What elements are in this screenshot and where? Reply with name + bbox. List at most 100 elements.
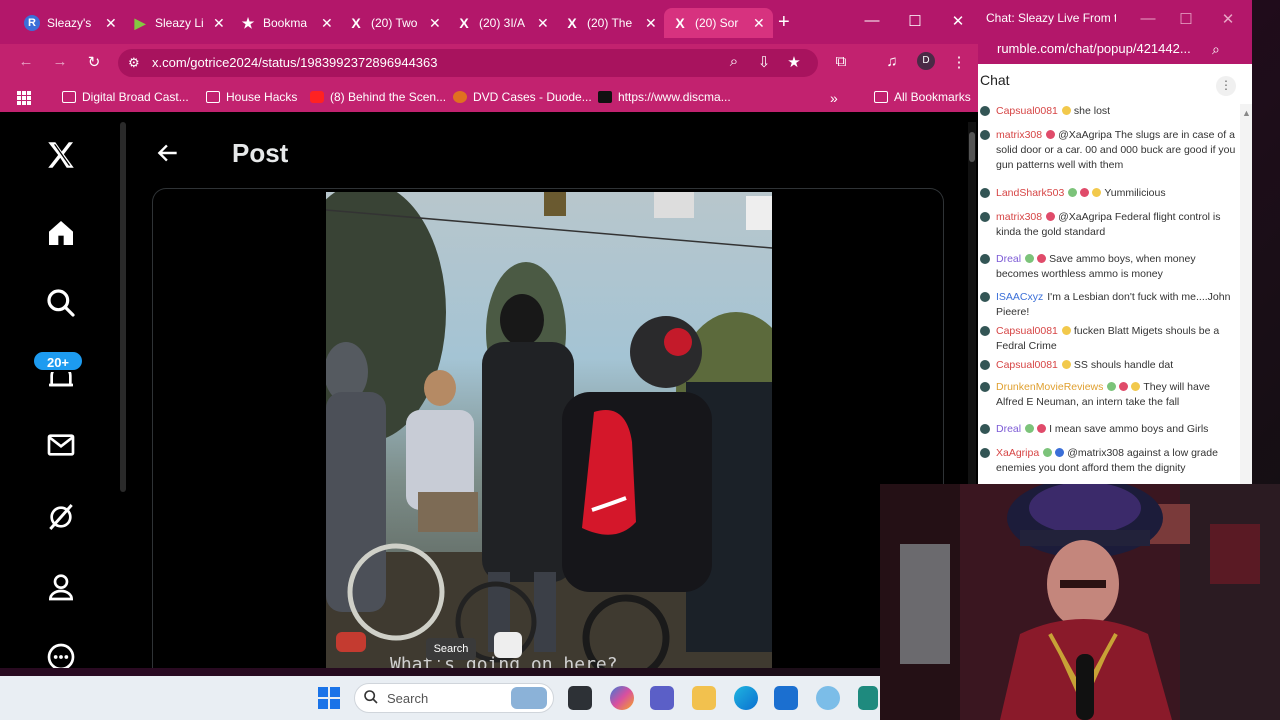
close-icon[interactable]: ✕: [645, 16, 657, 30]
chat-message: LandShark503 Yummilicious: [980, 186, 1236, 201]
close-icon[interactable]: ✕: [321, 16, 333, 30]
more-bookmarks-chevron-icon[interactable]: »: [830, 90, 838, 106]
user-avatar[interactable]: [980, 424, 990, 434]
chat-message-body: LandShark503 Yummilicious: [980, 186, 1236, 201]
chat-scrollbar[interactable]: ▲: [1240, 104, 1252, 484]
chat-username[interactable]: LandShark503: [996, 187, 1064, 199]
zoom-icon[interactable]: ⌕: [724, 53, 744, 70]
chat-username[interactable]: Dreal: [996, 423, 1021, 435]
apps-grid-icon[interactable]: [16, 90, 32, 106]
edge-browser-icon[interactable]: [734, 686, 758, 710]
minimize-button[interactable]: —: [1138, 10, 1158, 27]
chat-username[interactable]: Capsual0081: [996, 359, 1058, 371]
teams-icon[interactable]: [650, 686, 674, 710]
close-icon[interactable]: ✕: [753, 16, 765, 30]
x-logo-icon[interactable]: [40, 134, 82, 176]
user-badge-icon: [1131, 382, 1141, 391]
chat-message-text: Yummilicious: [1104, 187, 1166, 199]
tab-x-sor-active[interactable]: X (20) Sor ✕: [664, 8, 773, 38]
site-info-icon[interactable]: ⚙: [128, 55, 140, 71]
tab-bookmarks[interactable]: ★ Bookma ✕: [232, 8, 341, 38]
close-window-button[interactable]: ✕: [948, 12, 968, 30]
chat-menu-icon[interactable]: ⋮: [1216, 76, 1236, 96]
page-scrollbar-thumb[interactable]: [969, 132, 975, 162]
microsoft-store-icon[interactable]: [774, 686, 798, 710]
more-options-icon[interactable]: [40, 636, 82, 668]
close-window-button[interactable]: ✕: [1218, 10, 1238, 28]
user-avatar[interactable]: [980, 382, 990, 392]
bookmark-digital-broadcast[interactable]: Digital Broad Cast...: [62, 90, 189, 104]
back-icon[interactable]: ←: [16, 53, 36, 70]
close-icon[interactable]: ✕: [213, 16, 225, 30]
chat-message-list[interactable]: Capsual0081 she lost matrix308 @XaAgripa Th…: [978, 104, 1240, 484]
user-avatar[interactable]: [980, 326, 990, 336]
explore-search-icon[interactable]: [40, 282, 82, 324]
all-bookmarks-folder[interactable]: All Bookmarks: [874, 90, 971, 104]
sidebar-scrollbar[interactable]: [120, 122, 126, 492]
grok-icon[interactable]: [40, 496, 82, 538]
copilot-icon[interactable]: [610, 686, 634, 710]
maximize-button[interactable]: ☐: [1176, 10, 1196, 28]
tab-x-the[interactable]: X (20) The ✕: [556, 8, 665, 38]
messages-mail-icon[interactable]: [40, 424, 82, 466]
chat-username[interactable]: Capsual0081: [996, 105, 1058, 117]
app-icon[interactable]: [816, 686, 840, 710]
tab-x-two[interactable]: X (20) Two ✕: [340, 8, 449, 38]
tab-title: Sleazy's: [47, 16, 92, 30]
user-avatar[interactable]: [980, 254, 990, 264]
windows-start-icon[interactable]: [318, 687, 340, 709]
user-avatar[interactable]: [980, 360, 990, 370]
user-avatar[interactable]: [980, 106, 990, 116]
user-avatar[interactable]: [980, 212, 990, 222]
menu-kebab-icon[interactable]: ⋮: [949, 53, 969, 71]
close-icon[interactable]: ✕: [429, 16, 441, 30]
close-icon[interactable]: ✕: [105, 16, 117, 30]
new-tab-button[interactable]: +: [778, 12, 790, 32]
profile-avatar[interactable]: D: [917, 52, 935, 70]
chat-username[interactable]: matrix308: [996, 129, 1042, 141]
chat-username[interactable]: XaAgripa: [996, 447, 1039, 459]
home-icon[interactable]: [40, 212, 82, 254]
chat-username[interactable]: Dreal: [996, 253, 1021, 265]
chat-username[interactable]: Capsual0081: [996, 325, 1058, 337]
profile-person-icon[interactable]: [40, 566, 82, 608]
chat-username[interactable]: DrunkenMovieReviews: [996, 381, 1103, 393]
close-icon[interactable]: ✕: [537, 16, 549, 30]
back-arrow-icon[interactable]: [155, 140, 181, 173]
search-placeholder: Search: [387, 691, 429, 706]
file-explorer-icon[interactable]: [692, 686, 716, 710]
bookmark-star-icon[interactable]: ★: [784, 53, 804, 71]
tab-sleazy[interactable]: R Sleazy's ✕: [16, 8, 125, 38]
address-bar[interactable]: ⚙ x.com/gotrice2024/status/1983992372896…: [118, 49, 818, 77]
chat-message-body: ISAACxyz I'm a Lesbian don't fuck with me…: [980, 290, 1236, 320]
tab-x-3i[interactable]: X (20) 3I/A ✕: [448, 8, 557, 38]
chat-username[interactable]: ISAACxyz: [996, 291, 1043, 303]
folder-icon: [874, 91, 888, 103]
bookmark-youtube[interactable]: (8) Behind the Scen...: [310, 90, 446, 104]
minimize-button[interactable]: —: [862, 12, 882, 29]
reload-icon[interactable]: ↻: [84, 53, 104, 71]
chat-username[interactable]: matrix308: [996, 211, 1042, 223]
lens-icon[interactable]: ⧉: [831, 53, 851, 70]
bookmark-dvd-cases[interactable]: DVD Cases - Duode...: [453, 90, 592, 104]
user-avatar[interactable]: [980, 448, 990, 458]
scroll-up-icon[interactable]: ▲: [1242, 108, 1251, 118]
bookmark-discma[interactable]: https://www.discma...: [598, 90, 731, 104]
chat-url-bar: rumble.com/chat/popup/421442... ⌕: [978, 36, 1252, 64]
media-control-icon[interactable]: ♫: [882, 53, 902, 70]
forward-icon[interactable]: →: [50, 53, 70, 70]
user-avatar[interactable]: [980, 292, 990, 302]
user-avatar[interactable]: [980, 130, 990, 140]
user-avatar[interactable]: [980, 188, 990, 198]
x-sidebar-nav: 20+: [0, 112, 120, 668]
taskbar-search-box[interactable]: Search: [354, 683, 554, 713]
bookmark-house-hacks[interactable]: House Hacks: [206, 90, 297, 104]
zoom-icon[interactable]: ⌕: [1212, 41, 1220, 58]
tab-sleazy-live[interactable]: ▶ Sleazy Li ✕: [124, 8, 233, 38]
install-app-icon[interactable]: ⇩: [754, 53, 774, 71]
task-view-icon[interactable]: [568, 686, 592, 710]
app-icon[interactable]: [858, 686, 878, 710]
post-video-frame[interactable]: [326, 192, 772, 668]
maximize-button[interactable]: ☐: [905, 12, 925, 30]
user-badge-icon: [1068, 188, 1078, 197]
